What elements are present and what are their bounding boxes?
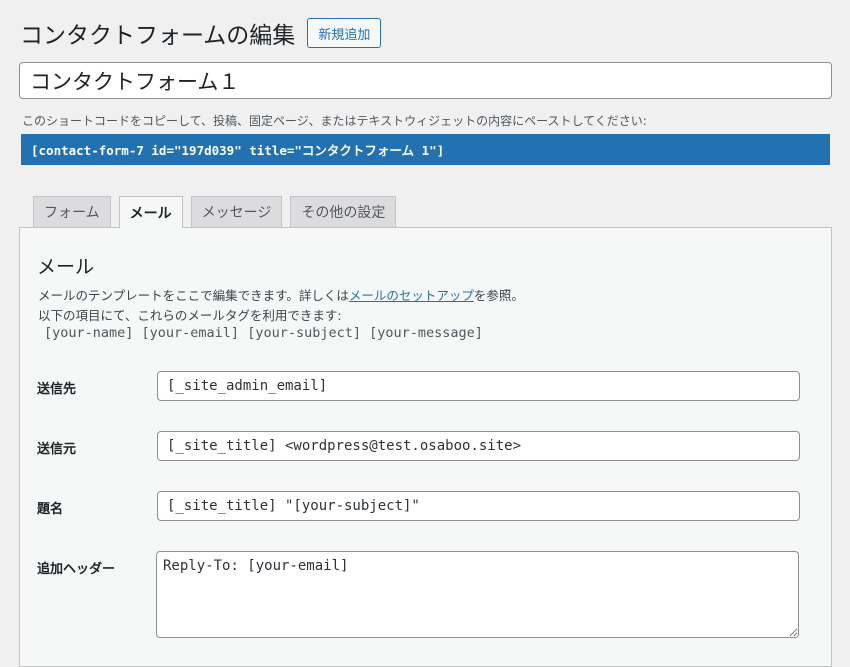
subject-input[interactable] bbox=[157, 491, 800, 521]
subject-label: 題名 bbox=[37, 502, 64, 517]
mail-setup-link[interactable]: メールのセットアップ bbox=[349, 288, 474, 303]
headers-label: 追加ヘッダー bbox=[37, 562, 116, 577]
form-title-input[interactable] bbox=[19, 62, 832, 99]
mail-heading: メール bbox=[37, 256, 95, 278]
mail-tag-list: [your-name] [your-email] [your-subject] … bbox=[44, 325, 483, 341]
add-new-button[interactable]: 新規追加 bbox=[307, 18, 382, 48]
tab-form[interactable]: フォーム bbox=[33, 196, 111, 227]
editor-tabs: フォーム メール メッセージ その他の設定 bbox=[33, 196, 404, 228]
shortcode-description: このショートコードをコピーして、投稿、固定ページ、またはテキストウィジェットの内… bbox=[22, 114, 647, 128]
mail-tags-description: 以下の項目にて、これらのメールタグを利用できます: bbox=[38, 308, 342, 323]
mail-description: メールのテンプレートをここで編集できます。詳しくはメールのセットアップを参照。 bbox=[38, 285, 524, 304]
to-label: 送信先 bbox=[37, 382, 77, 397]
shortcode-text[interactable]: [contact-form-7 id="197d039" title="コンタク… bbox=[21, 134, 830, 165]
tab-mail[interactable]: メール bbox=[118, 196, 183, 228]
to-input[interactable] bbox=[157, 371, 800, 401]
mail-description-suffix: を参照。 bbox=[473, 288, 524, 303]
tab-messages[interactable]: メッセージ bbox=[190, 196, 283, 227]
page-title: コンタクトフォームの編集 bbox=[20, 23, 296, 49]
mail-description-text: メールのテンプレートをここで編集できます。詳しくは bbox=[38, 288, 349, 303]
from-input[interactable] bbox=[157, 431, 800, 461]
tab-additional-settings[interactable]: その他の設定 bbox=[290, 196, 397, 227]
mail-panel: メール メールのテンプレートをここで編集できます。詳しくはメールのセットアップを… bbox=[19, 227, 832, 667]
headers-textarea[interactable]: Reply-To: [your-email] bbox=[156, 551, 799, 638]
page-heading: コンタクトフォームの編集 新規追加 bbox=[20, 16, 382, 50]
from-label: 送信元 bbox=[37, 442, 77, 457]
